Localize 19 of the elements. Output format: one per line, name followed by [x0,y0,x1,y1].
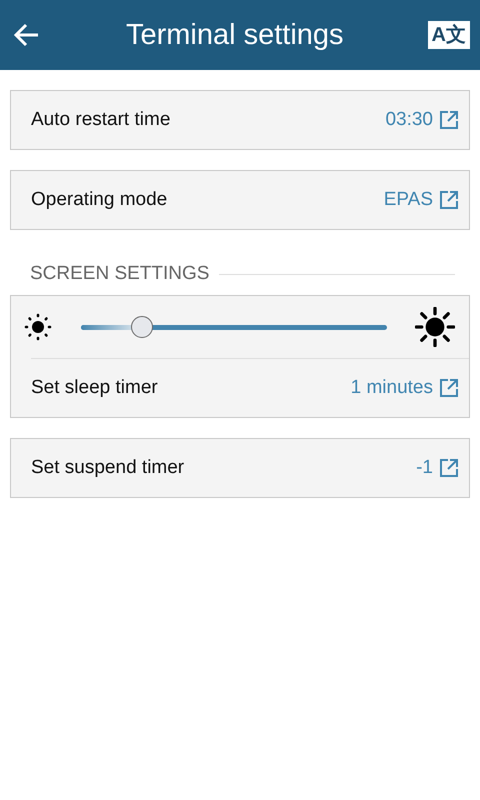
setting-value-link[interactable]: 1 minutes [350,377,459,399]
setting-label: Set suspend timer [31,457,186,479]
setting-label: Set sleep timer [31,377,159,399]
setting-value-link[interactable]: -1 [416,457,459,479]
setting-value-link[interactable]: EPAS [384,189,459,211]
external-link-icon [439,378,459,398]
language-button[interactable]: A文 [428,21,470,49]
slider-thumb[interactable] [131,316,154,338]
external-link-icon [439,110,459,130]
setting-label: Operating mode [31,189,168,211]
page-title: Terminal settings [124,18,345,52]
external-link-icon [439,458,459,478]
bright-sun-icon [415,307,455,347]
external-link-icon [439,190,459,210]
section-heading: SCREEN SETTINGS [30,263,210,285]
setting-value-link[interactable]: 03:30 [385,109,459,131]
setting-label: Auto restart time [31,109,172,131]
brightness-slider[interactable] [81,315,387,339]
dim-sun-icon [23,312,53,342]
